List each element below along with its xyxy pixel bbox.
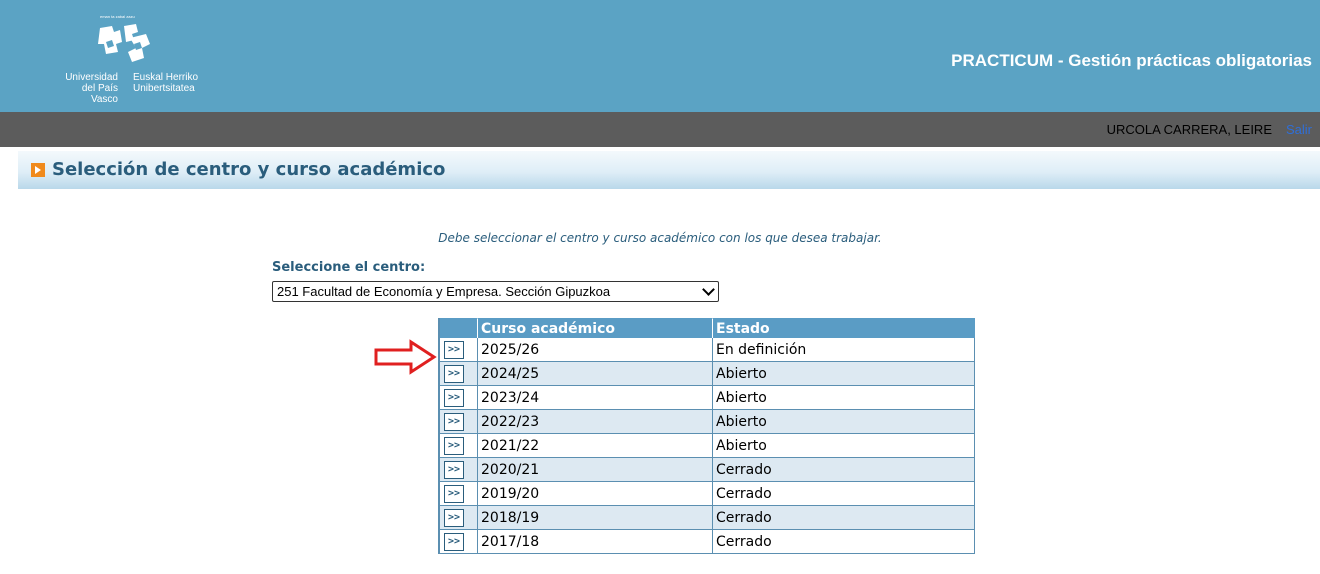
state-cell: Cerrado <box>713 530 975 554</box>
year-cell: 2020/21 <box>478 458 713 482</box>
state-cell: Cerrado <box>713 506 975 530</box>
table-row: >> 2018/19 Cerrado <box>440 506 975 530</box>
center-select-value: 251 Facultad de Economía y Empresa. Secc… <box>277 284 611 299</box>
select-year-button[interactable]: >> <box>444 413 464 431</box>
select-year-button[interactable]: >> <box>444 437 464 455</box>
logo-name-eu: Euskal Herriko Unibertsitatea <box>133 72 199 94</box>
table-row: >> 2017/18 Cerrado <box>440 530 975 554</box>
year-cell: 2018/19 <box>478 506 713 530</box>
university-logo[interactable]: eman ta zabal zazu Universidad del País … <box>60 14 230 105</box>
state-cell: Cerrado <box>713 458 975 482</box>
select-year-button[interactable]: >> <box>444 533 464 551</box>
table-row: >> 2022/23 Abierto <box>440 410 975 434</box>
year-cell: 2019/20 <box>478 482 713 506</box>
select-year-button[interactable]: >> <box>444 509 464 527</box>
select-year-button[interactable]: >> <box>444 365 464 383</box>
user-name: URCOLA CARRERA, LEIRE <box>1106 122 1272 137</box>
red-arrow-right-icon <box>374 339 437 375</box>
logo-tagline: eman ta zabal zazu <box>100 14 135 19</box>
state-cell: Abierto <box>713 434 975 458</box>
table-row: >> 2023/24 Abierto <box>440 386 975 410</box>
year-cell: 2023/24 <box>478 386 713 410</box>
table-row: >> 2020/21 Cerrado <box>440 458 975 482</box>
user-bar: URCOLA CARRERA, LEIRE Salir <box>0 112 1320 147</box>
column-header-action <box>440 318 478 338</box>
table-row: >> 2021/22 Abierto <box>440 434 975 458</box>
page-title: Selección de centro y curso académico <box>52 159 446 180</box>
table-row: >> 2024/25 Abierto <box>440 362 975 386</box>
table-row: >> 2019/20 Cerrado <box>440 482 975 506</box>
header-bar: eman ta zabal zazu Universidad del País … <box>0 0 1320 112</box>
table-row: >> 2025/26 En definición <box>440 338 975 362</box>
state-cell: Abierto <box>713 362 975 386</box>
chevron-right-icon <box>31 163 45 177</box>
logout-link[interactable]: Salir <box>1286 122 1312 137</box>
state-cell: Cerrado <box>713 482 975 506</box>
center-select-label: Seleccione el centro: <box>272 260 426 275</box>
table-header-row: Curso académico Estado <box>440 318 975 338</box>
logo-name-es: Universidad del País Vasco <box>65 72 118 105</box>
instruction-text: Debe seleccionar el centro y curso acadé… <box>438 231 882 245</box>
select-year-button[interactable]: >> <box>444 461 464 479</box>
column-header-year: Curso académico <box>478 318 713 338</box>
chevron-down-icon <box>702 283 715 296</box>
state-cell: En definición <box>713 338 975 362</box>
year-cell: 2017/18 <box>478 530 713 554</box>
section-header: Selección de centro y curso académico <box>18 151 1320 189</box>
year-cell: 2024/25 <box>478 362 713 386</box>
state-cell: Abierto <box>713 386 975 410</box>
year-cell: 2021/22 <box>478 434 713 458</box>
select-year-button[interactable]: >> <box>444 389 464 407</box>
state-cell: Abierto <box>713 410 975 434</box>
year-cell: 2025/26 <box>478 338 713 362</box>
university-emblem-icon <box>98 24 150 62</box>
app-title: PRACTICUM - Gestión prácticas obligatori… <box>951 51 1312 70</box>
column-header-state: Estado <box>713 318 975 338</box>
center-select[interactable]: 251 Facultad de Economía y Empresa. Secc… <box>272 281 719 302</box>
year-cell: 2022/23 <box>478 410 713 434</box>
academic-year-table: Curso académico Estado >> 2025/26 En def… <box>438 318 975 554</box>
select-year-button[interactable]: >> <box>444 485 464 503</box>
select-year-button[interactable]: >> <box>444 341 464 359</box>
